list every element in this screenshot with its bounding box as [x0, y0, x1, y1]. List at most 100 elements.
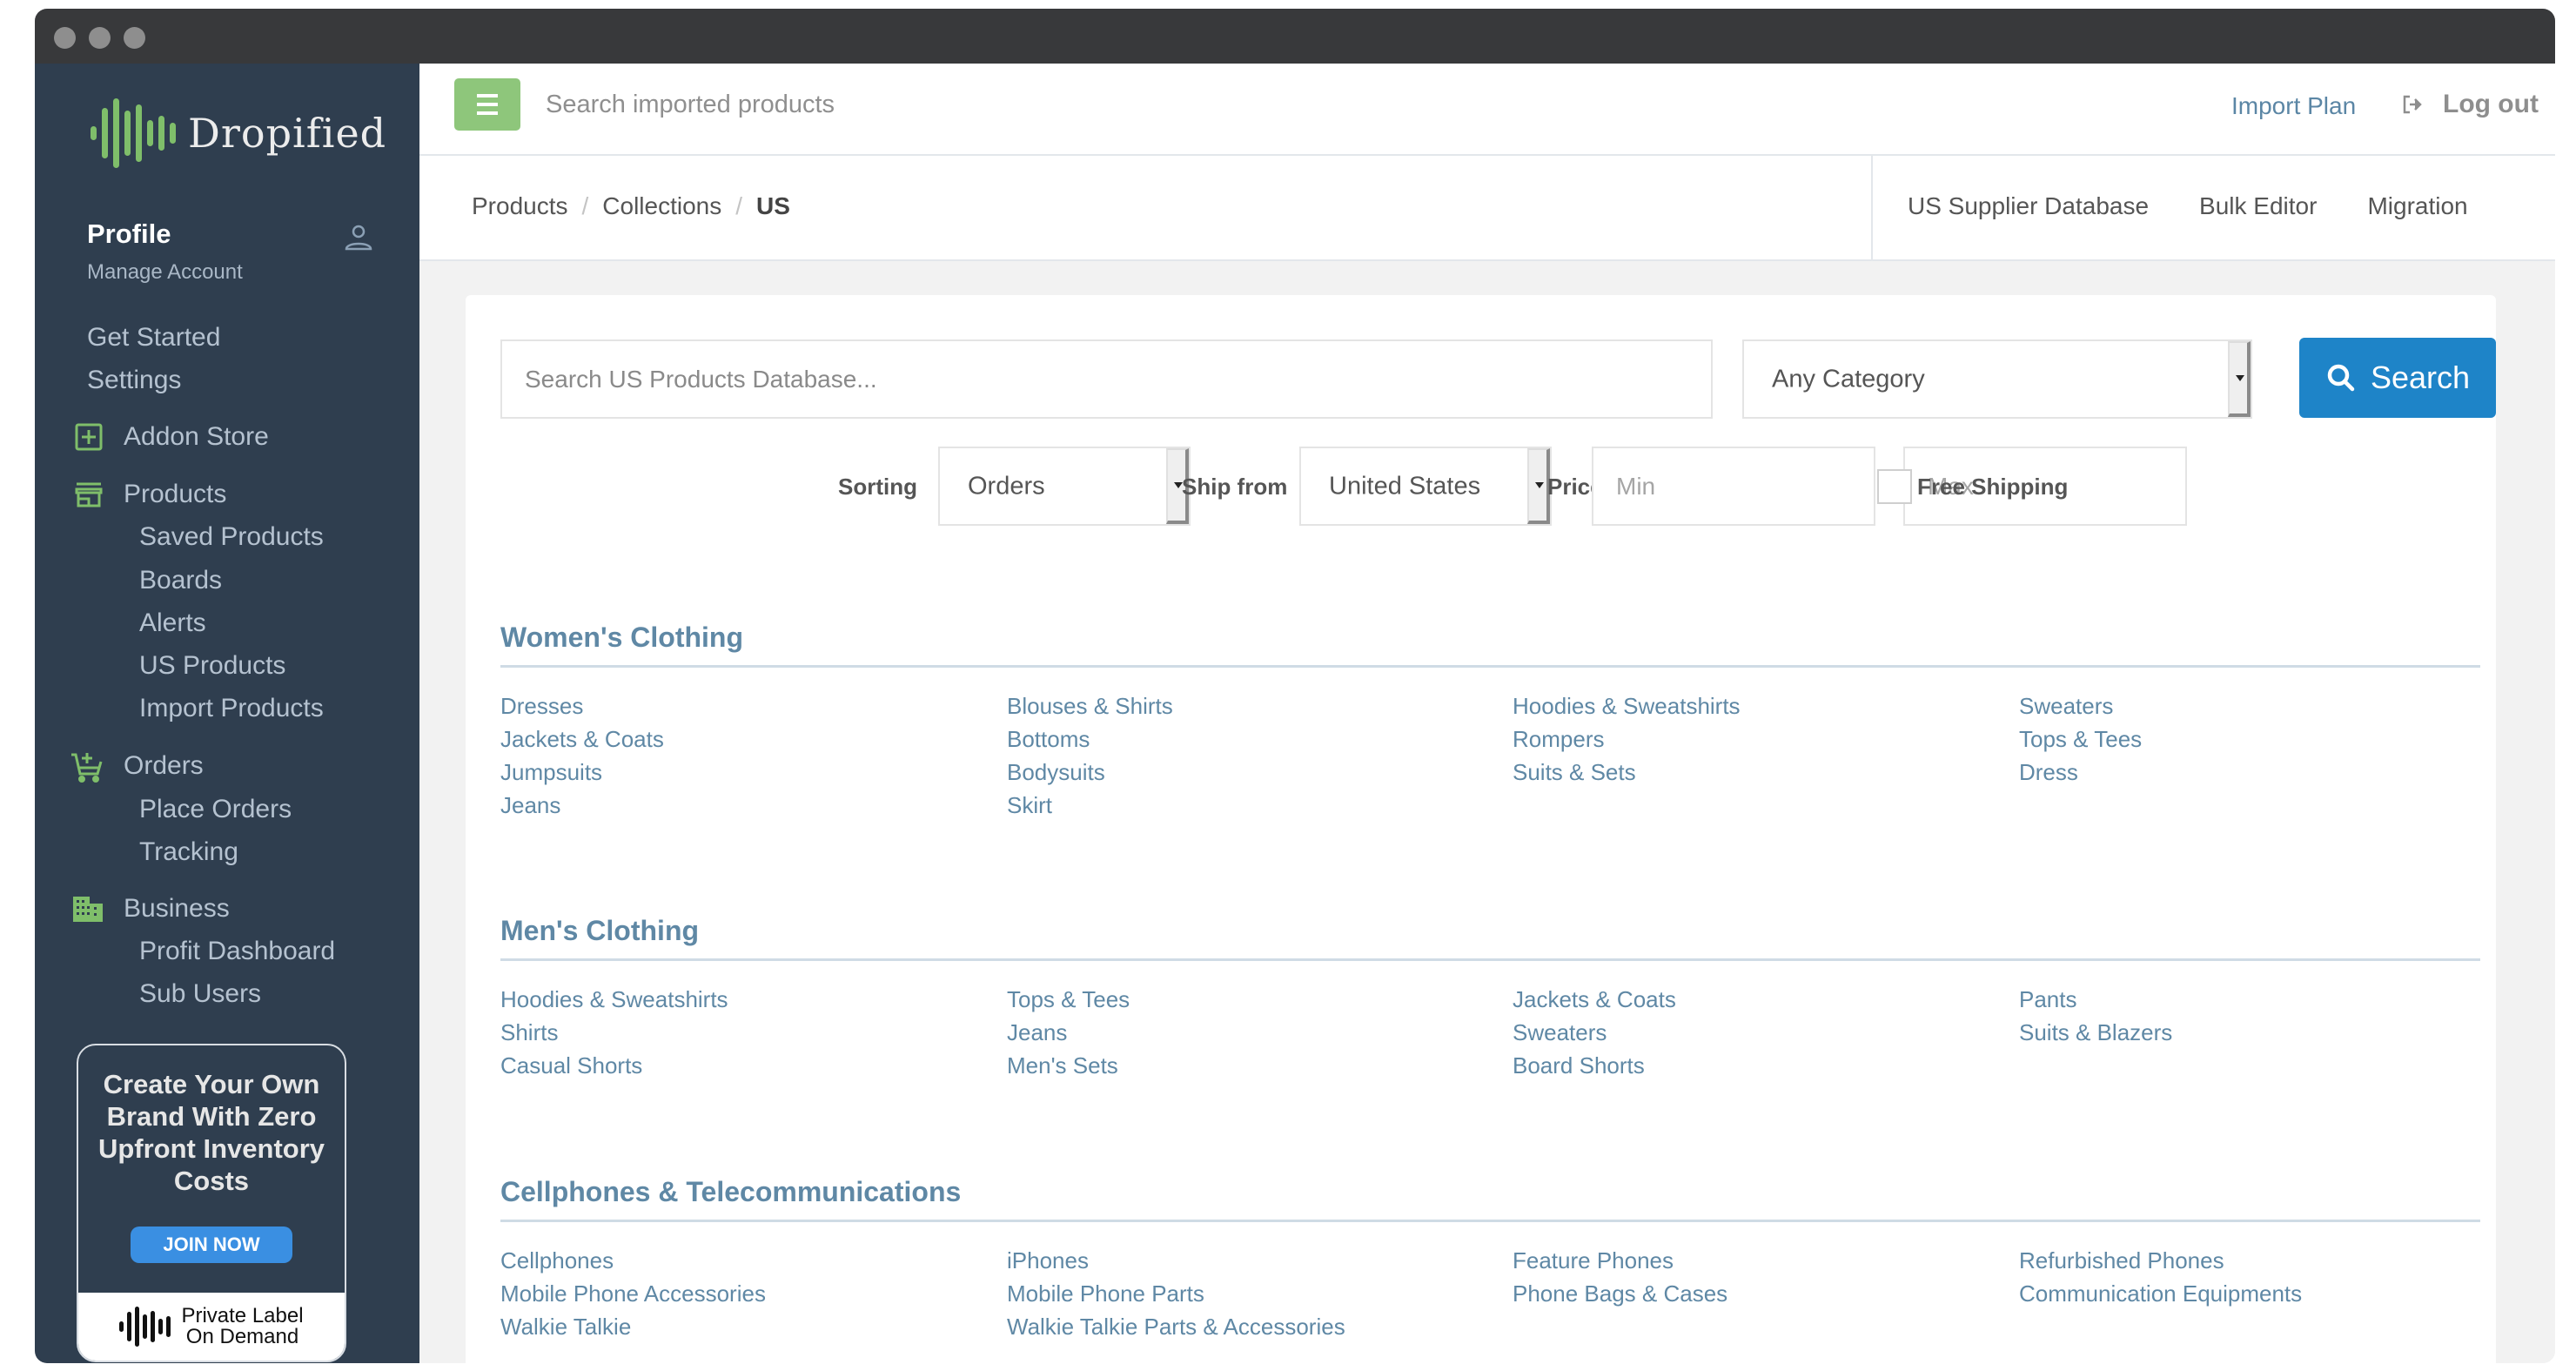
category-link[interactable]: Feature Phones: [1513, 1244, 1727, 1277]
category-link[interactable]: Pants: [2019, 983, 2172, 1016]
breadcrumb-products[interactable]: Products: [472, 192, 568, 220]
sidebar-item-sub-users[interactable]: Sub Users: [139, 979, 261, 1009]
category-link[interactable]: Communication Equipments: [2019, 1277, 2302, 1310]
category-link[interactable]: Tops & Tees: [2019, 722, 2142, 756]
breadcrumb-divider: [1871, 156, 1873, 259]
category-link[interactable]: Blouses & Shirts: [1007, 689, 1173, 722]
private-label-logo-icon: [119, 1307, 171, 1347]
category-link[interactable]: Suits & Sets: [1513, 756, 1741, 789]
category-link[interactable]: Jumpsuits: [500, 756, 664, 789]
private-label-promo-banner[interactable]: Create Your Own Brand With Zero Upfront …: [77, 1044, 346, 1362]
page-scrollbar[interactable]: [2510, 268, 2555, 1363]
price-min-input[interactable]: [1592, 447, 1875, 526]
sidebar-item-get-started[interactable]: Get Started: [87, 323, 220, 353]
category-link[interactable]: Jackets & Coats: [1513, 983, 1676, 1016]
category-link[interactable]: Phone Bags & Cases: [1513, 1277, 1727, 1310]
hamburger-menu-button[interactable]: [454, 78, 520, 131]
category-link[interactable]: Shirts: [500, 1016, 728, 1049]
sidebar-item-us-products[interactable]: US Products: [139, 651, 285, 681]
search-button-label: Search: [2370, 360, 2471, 395]
ship-from-select[interactable]: United States: [1299, 447, 1552, 526]
category-link[interactable]: Skirt: [1007, 789, 1173, 822]
category-link[interactable]: iPhones: [1007, 1244, 1345, 1277]
category-link[interactable]: Bodysuits: [1007, 756, 1173, 789]
browser-window: Dropified Profile Manage Account Get Sta…: [35, 9, 2555, 1363]
category-link[interactable]: Men's Sets: [1007, 1049, 1130, 1082]
category-column: Hoodies & Sweatshirts Shirts Casual Shor…: [500, 983, 728, 1082]
sorting-label: Sorting: [838, 474, 917, 500]
breadcrumb-links: US Supplier Database Bulk Editor Migrati…: [1908, 192, 2468, 220]
category-link[interactable]: Jeans: [1007, 1016, 1130, 1049]
minimize-window-button[interactable]: [89, 27, 111, 49]
search-icon: [2327, 364, 2355, 392]
category-link[interactable]: Walkie Talkie Parts & Accessories: [1007, 1310, 1345, 1343]
free-shipping-checkbox[interactable]: [1877, 469, 1912, 504]
category-link[interactable]: Mobile Phone Parts: [1007, 1277, 1345, 1310]
sidebar-item-settings[interactable]: Settings: [87, 366, 181, 395]
logo-waveform-icon: [91, 98, 176, 168]
sidebar-item-boards[interactable]: Boards: [139, 566, 222, 595]
sidebar-item-tracking[interactable]: Tracking: [139, 837, 238, 867]
us-supplier-database-link[interactable]: US Supplier Database: [1908, 192, 2149, 220]
close-window-button[interactable]: [54, 27, 76, 49]
category-link[interactable]: Walkie Talkie: [500, 1310, 766, 1343]
category-link[interactable]: Jackets & Coats: [500, 722, 664, 756]
migration-link[interactable]: Migration: [2367, 192, 2467, 220]
sidebar-item-orders[interactable]: Orders: [124, 751, 204, 781]
bulk-editor-link[interactable]: Bulk Editor: [2199, 192, 2317, 220]
sign-out-icon: [2403, 95, 2422, 114]
section-title-womens-clothing: Women's Clothing: [500, 622, 743, 653]
category-link[interactable]: Mobile Phone Accessories: [500, 1277, 766, 1310]
search-us-products-input[interactable]: [500, 339, 1713, 419]
user-icon[interactable]: [343, 222, 374, 253]
category-column: Refurbished Phones Communication Equipme…: [2019, 1244, 2302, 1310]
logout-button[interactable]: Log out: [2401, 90, 2539, 119]
category-link[interactable]: Jeans: [500, 789, 664, 822]
section-divider: [500, 665, 2480, 668]
sidebar-item-profit-dashboard[interactable]: Profit Dashboard: [139, 937, 335, 966]
category-link[interactable]: Board Shorts: [1513, 1049, 1676, 1082]
sidebar-item-business[interactable]: Business: [124, 894, 230, 924]
category-link[interactable]: Sweaters: [1513, 1016, 1676, 1049]
profile-name[interactable]: Profile: [87, 218, 374, 250]
join-now-button[interactable]: JOIN NOW: [131, 1227, 292, 1263]
category-link[interactable]: Refurbished Phones: [2019, 1244, 2302, 1277]
search-imported-products-input[interactable]: [546, 83, 1329, 126]
category-link[interactable]: Dresses: [500, 689, 664, 722]
breadcrumb-separator: /: [735, 192, 743, 219]
category-select[interactable]: Any Category: [1742, 339, 2252, 419]
category-link[interactable]: Sweaters: [2019, 689, 2142, 722]
profile-block[interactable]: Profile Manage Account: [87, 218, 374, 285]
sidebar-item-products[interactable]: Products: [124, 480, 226, 509]
sidebar-item-addon-store[interactable]: Addon Store: [124, 422, 269, 452]
sidebar-item-saved-products[interactable]: Saved Products: [139, 522, 324, 552]
sidebar-item-place-orders[interactable]: Place Orders: [139, 795, 292, 824]
sorting-select[interactable]: Orders: [938, 447, 1191, 526]
category-link[interactable]: Tops & Tees: [1007, 983, 1130, 1016]
category-link[interactable]: Dress: [2019, 756, 2142, 789]
import-plan-link[interactable]: Import Plan: [2231, 92, 2356, 120]
top-bar: Import Plan Log out: [419, 64, 2555, 156]
section-divider: [500, 958, 2480, 961]
promo-footer-line2: On Demand: [185, 1325, 299, 1348]
manage-account-link[interactable]: Manage Account: [87, 260, 374, 285]
breadcrumb-collections[interactable]: Collections: [602, 192, 721, 220]
breadcrumb: Products / Collections / US: [472, 192, 790, 220]
category-link[interactable]: Hoodies & Sweatshirts: [500, 983, 728, 1016]
free-shipping-label: Free Shipping: [1917, 474, 2069, 500]
category-link[interactable]: Casual Shorts: [500, 1049, 728, 1082]
category-link[interactable]: Bottoms: [1007, 722, 1173, 756]
private-label-logo-text: Private Label On Demand: [181, 1306, 303, 1347]
sidebar-item-import-products[interactable]: Import Products: [139, 694, 324, 723]
category-link[interactable]: Hoodies & Sweatshirts: [1513, 689, 1741, 722]
category-link[interactable]: Rompers: [1513, 722, 1741, 756]
sidebar: Dropified Profile Manage Account Get Sta…: [35, 64, 419, 1363]
category-link[interactable]: Cellphones: [500, 1244, 766, 1277]
sidebar-item-alerts[interactable]: Alerts: [139, 608, 206, 638]
section-title-mens-clothing: Men's Clothing: [500, 915, 700, 946]
category-link[interactable]: Suits & Blazers: [2019, 1016, 2172, 1049]
dropified-logo[interactable]: Dropified: [91, 94, 386, 172]
maximize-window-button[interactable]: [124, 27, 145, 49]
category-select-value: Any Category: [1772, 365, 1925, 393]
search-button[interactable]: Search: [2299, 338, 2496, 418]
